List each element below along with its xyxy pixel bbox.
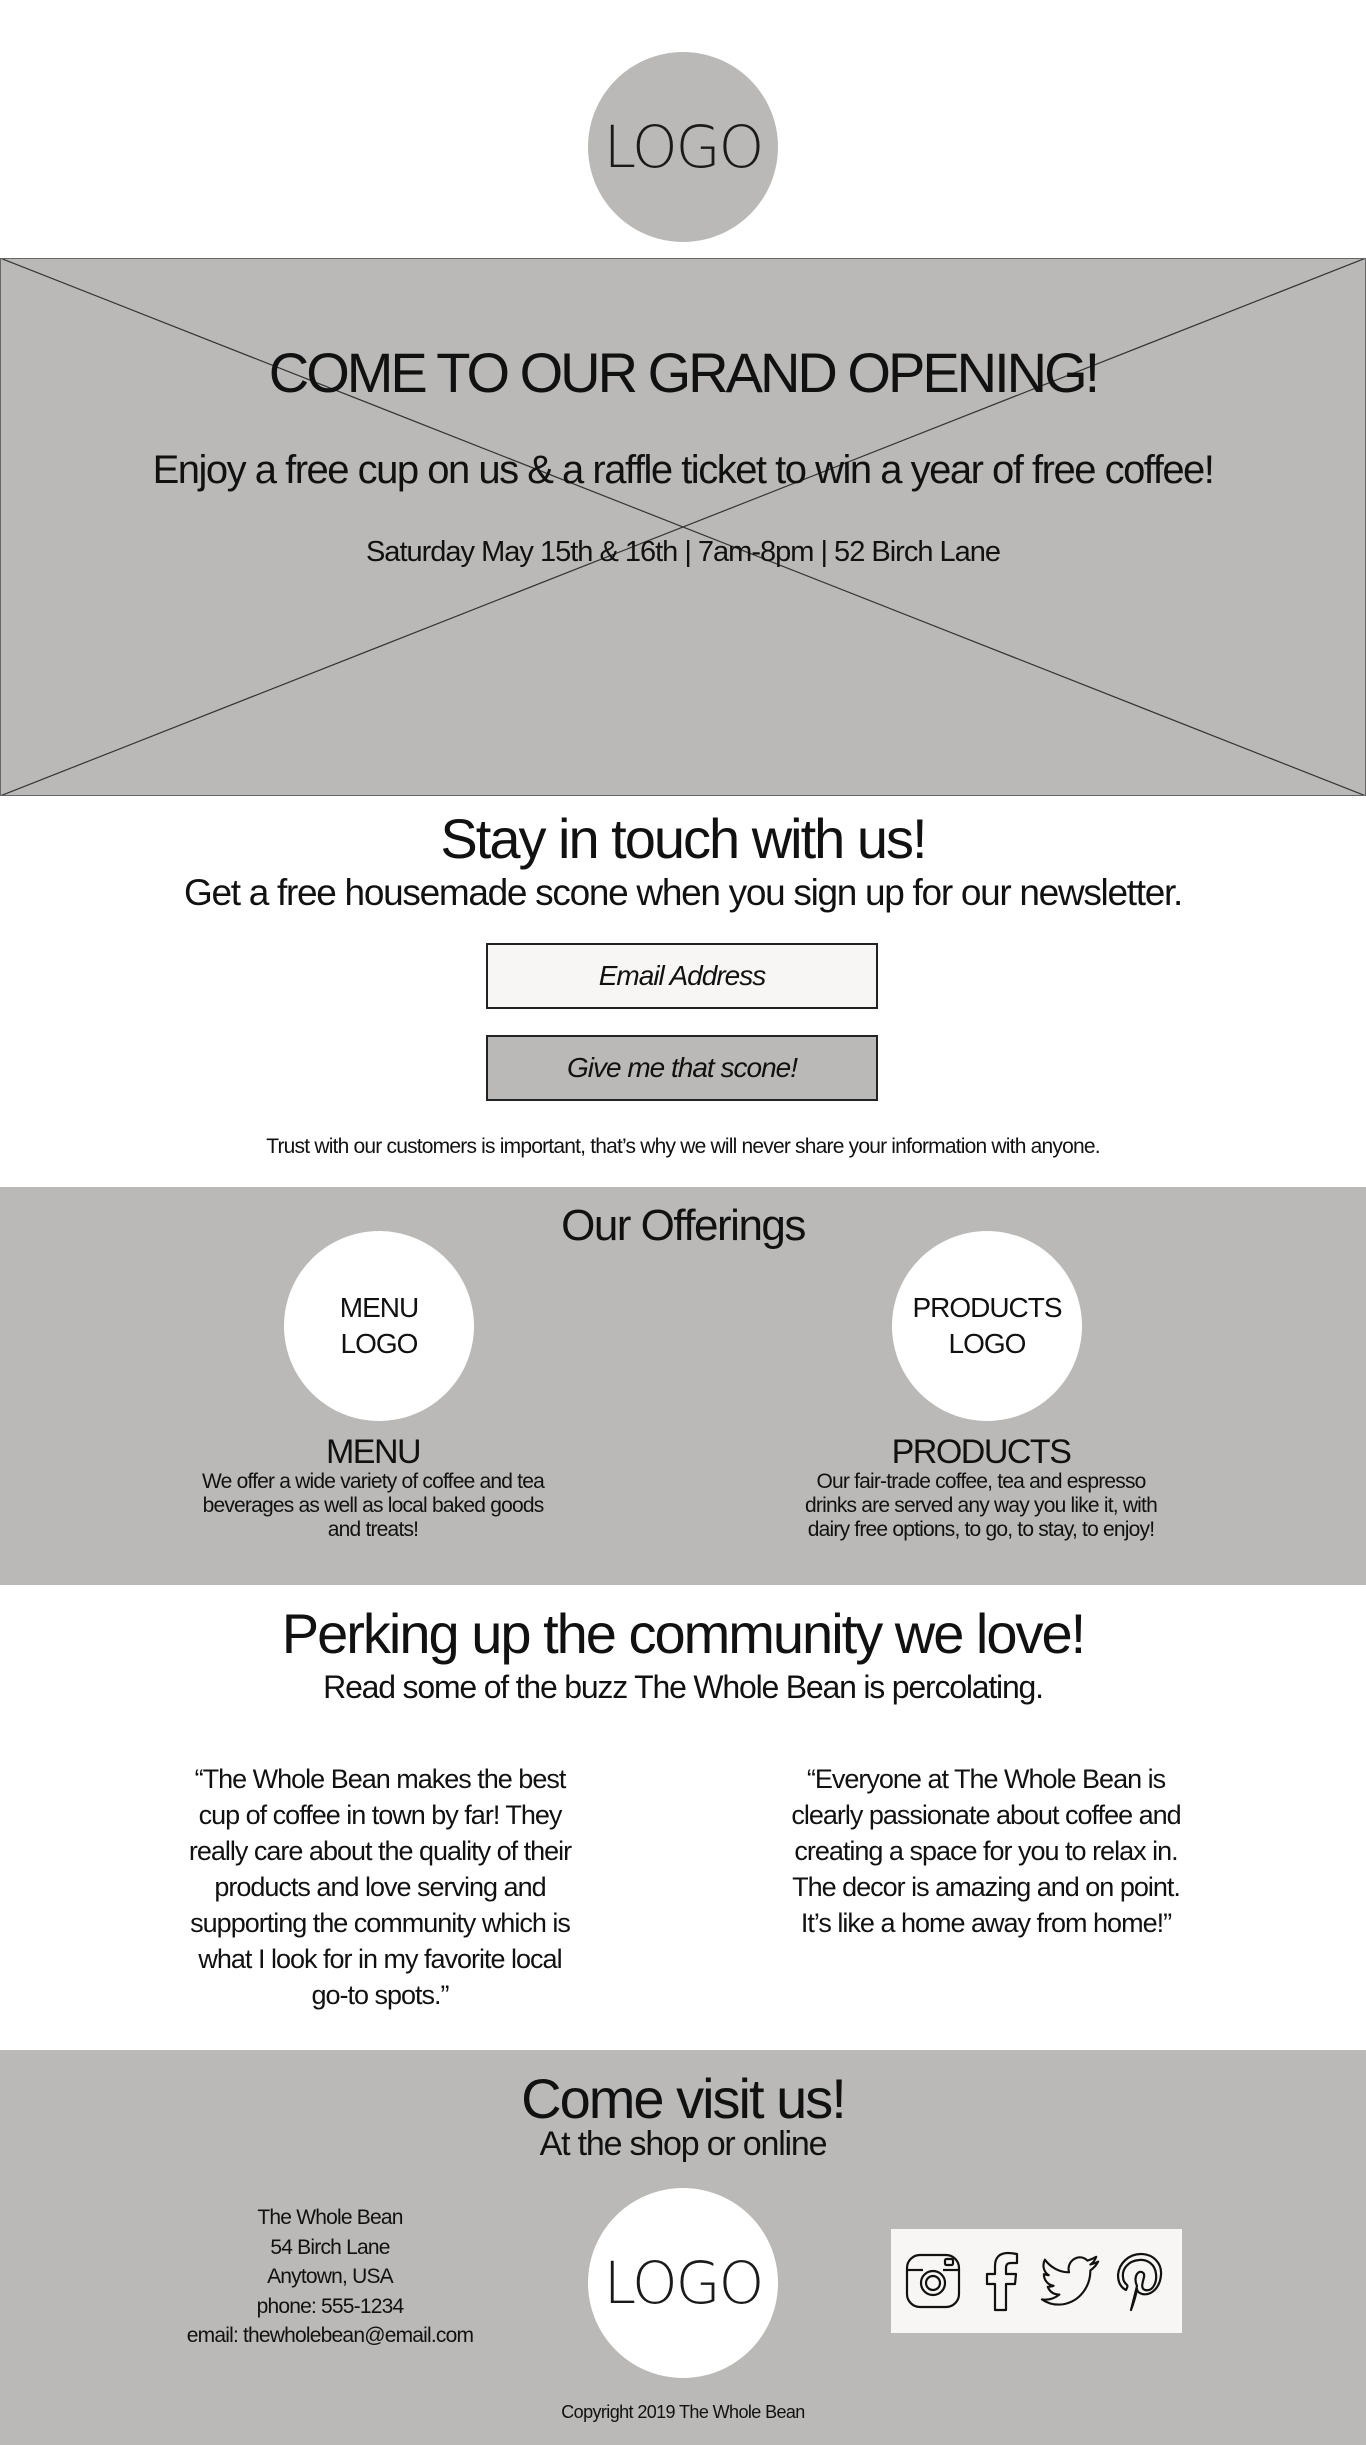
contact-address: The Whole Bean 54 Birch Lane Anytown, US… bbox=[150, 2203, 510, 2351]
header-logo[interactable]: LOGO bbox=[588, 52, 778, 242]
social-links bbox=[891, 2229, 1182, 2333]
newsletter-title: Stay in touch with us! bbox=[440, 807, 927, 870]
privacy-note: Trust with our customers is important, t… bbox=[266, 1135, 1100, 1158]
menu-description: We offer a wide variety of coffee and te… bbox=[202, 1470, 545, 1541]
facebook-icon[interactable] bbox=[971, 2249, 1033, 2313]
newsletter-section: Stay in touch with us! Get a free housem… bbox=[0, 796, 1366, 1187]
hero-title: COME TO OUR GRAND OPENING! bbox=[268, 341, 1100, 404]
testimonials-title: Perking up the community we love! bbox=[281, 1602, 1086, 1665]
instagram-icon[interactable] bbox=[902, 2249, 964, 2313]
hero-details: Saturday May 15th & 16th | 7am-8pm | 52 … bbox=[365, 536, 1001, 568]
copyright: Copyright 2019 The Whole Bean bbox=[561, 2402, 805, 2422]
signup-button[interactable]: Give me that scone! bbox=[486, 1035, 878, 1101]
image-placeholder bbox=[0, 258, 1366, 796]
products-logo-text: PRODUCTS LOGO bbox=[912, 1292, 1062, 1359]
testimonial-quote: “The Whole Bean makes the best cup of co… bbox=[188, 1764, 572, 2010]
testimonial-quote: “Everyone at The Whole Bean is clearly p… bbox=[791, 1764, 1181, 1938]
street-address: 54 Birch Lane bbox=[270, 2235, 390, 2259]
offerings-section: Our Offerings MENU LOGO MENU We offer a … bbox=[0, 1187, 1366, 1585]
testimonials-subtitle: Read some of the buzz The Whole Bean is … bbox=[323, 1669, 1044, 1705]
menu-logo[interactable]: MENU LOGO bbox=[284, 1231, 474, 1421]
hero-subtitle: Enjoy a free cup on us & a raffle ticket… bbox=[152, 448, 1215, 492]
footer-logo[interactable]: LOGO bbox=[588, 2188, 778, 2378]
footer-subtitle: At the shop or online bbox=[539, 2125, 828, 2163]
menu-heading: MENU bbox=[325, 1433, 422, 1471]
footer-logo-text: LOGO bbox=[603, 2249, 764, 2317]
phone-number: phone: 555-1234 bbox=[256, 2294, 405, 2318]
business-name: The Whole Bean bbox=[257, 2206, 403, 2229]
header-logo-text: LOGO bbox=[603, 113, 764, 181]
email-field[interactable] bbox=[486, 943, 878, 1009]
products-description: Our fair-trade coffee, tea and espresso … bbox=[805, 1470, 1158, 1541]
pinterest-icon[interactable] bbox=[1109, 2249, 1171, 2313]
header: LOGO bbox=[0, 0, 1366, 258]
city-address: Anytown, USA bbox=[267, 2265, 394, 2288]
footer: Come visit us! At the shop or online The… bbox=[0, 2050, 1366, 2445]
products-heading: PRODUCTS bbox=[891, 1433, 1072, 1471]
footer-title: Come visit us! bbox=[521, 2067, 847, 2130]
products-logo[interactable]: PRODUCTS LOGO bbox=[892, 1231, 1082, 1421]
testimonials-section: Perking up the community we love! Read s… bbox=[0, 1585, 1366, 2050]
offerings-title: Our Offerings bbox=[561, 1201, 806, 1250]
menu-logo-text: MENU LOGO bbox=[339, 1292, 419, 1359]
newsletter-subtitle: Get a free housemade scone when you sign… bbox=[184, 872, 1183, 913]
hero-banner: COME TO OUR GRAND OPENING! Enjoy a free … bbox=[0, 258, 1366, 796]
twitter-icon[interactable] bbox=[1040, 2249, 1102, 2313]
email-address[interactable]: email: thewholebean@email.com bbox=[150, 2321, 510, 2351]
